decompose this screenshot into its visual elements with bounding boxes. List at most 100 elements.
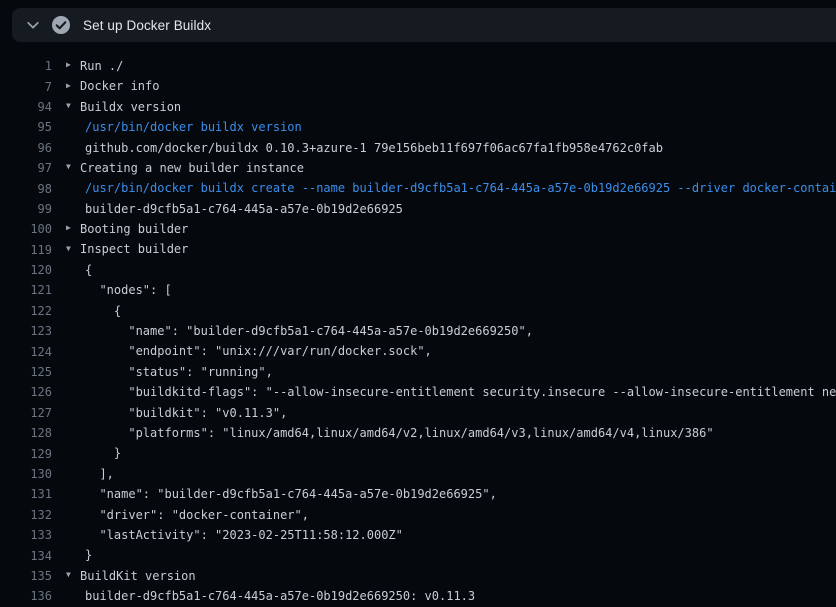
group-title: BuildKit version xyxy=(80,569,196,583)
log-row[interactable]: 94▼Buildx version xyxy=(0,97,836,117)
line-number[interactable]: 125 xyxy=(0,365,52,379)
line-number[interactable]: 128 xyxy=(0,426,52,440)
group-collapsed-triangle-icon[interactable]: ▶ xyxy=(66,56,80,76)
log-row[interactable]: 97▼Creating a new builder instance xyxy=(0,158,836,178)
log-row[interactable]: 1▶Run ./ xyxy=(0,56,836,76)
line-number[interactable]: 132 xyxy=(0,508,52,522)
log-output-line: "name": "builder-d9cfb5a1-c764-445a-a57e… xyxy=(52,321,836,341)
log-row: 98/usr/bin/docker buildx create --name b… xyxy=(0,178,836,198)
log-group-header[interactable]: ▶Docker info xyxy=(52,76,836,96)
line-number[interactable]: 97 xyxy=(0,161,52,175)
log-row: 133 "lastActivity": "2023-02-25T11:58:12… xyxy=(0,525,836,545)
group-collapsed-triangle-icon[interactable]: ▶ xyxy=(66,219,80,239)
log-row[interactable]: 7▶Docker info xyxy=(0,76,836,96)
log-command-line: /usr/bin/docker buildx version xyxy=(52,117,836,137)
step-title: Set up Docker Buildx xyxy=(83,18,211,33)
group-expanded-triangle-icon[interactable]: ▼ xyxy=(66,240,80,260)
line-number[interactable]: 133 xyxy=(0,528,52,542)
line-number[interactable]: 124 xyxy=(0,345,52,359)
log-output-line: "buildkitd-flags": "--allow-insecure-ent… xyxy=(52,382,836,402)
log-row: 134} xyxy=(0,545,836,565)
line-number[interactable]: 135 xyxy=(0,569,52,583)
log-row[interactable]: 100▶Booting builder xyxy=(0,219,836,239)
line-number[interactable]: 122 xyxy=(0,304,52,318)
line-number[interactable]: 134 xyxy=(0,549,52,563)
log-output-line: "driver": "docker-container", xyxy=(52,505,836,525)
group-title: Docker info xyxy=(80,79,159,93)
line-number[interactable]: 1 xyxy=(0,59,52,73)
log-row: 129 } xyxy=(0,443,836,463)
line-number[interactable]: 100 xyxy=(0,222,52,236)
line-number[interactable]: 99 xyxy=(0,202,52,216)
log-row: 131 "name": "builder-d9cfb5a1-c764-445a-… xyxy=(0,484,836,504)
log-group-header[interactable]: ▼Creating a new builder instance xyxy=(52,158,836,178)
log-row: 121 "nodes": [ xyxy=(0,280,836,300)
group-title: Creating a new builder instance xyxy=(80,161,304,175)
group-expanded-triangle-icon[interactable]: ▼ xyxy=(66,566,80,586)
line-number[interactable]: 95 xyxy=(0,120,52,134)
line-number[interactable]: 123 xyxy=(0,324,52,338)
line-number[interactable]: 121 xyxy=(0,283,52,297)
log-command-line: /usr/bin/docker buildx create --name bui… xyxy=(52,178,836,198)
log-row[interactable]: 135▼BuildKit version xyxy=(0,566,836,586)
log-output-line: ], xyxy=(52,464,836,484)
log-output-line: "lastActivity": "2023-02-25T11:58:12.000… xyxy=(52,525,836,545)
log-output-line: "platforms": "linux/amd64,linux/amd64/v2… xyxy=(52,423,836,443)
log-row: 127 "buildkit": "v0.11.3", xyxy=(0,403,836,423)
log-group-header[interactable]: ▼BuildKit version xyxy=(52,566,836,586)
line-number[interactable]: 98 xyxy=(0,182,52,196)
log-row: 136builder-d9cfb5a1-c764-445a-a57e-0b19d… xyxy=(0,586,836,606)
log-row: 123 "name": "builder-d9cfb5a1-c764-445a-… xyxy=(0,321,836,341)
log-output-line: "name": "builder-d9cfb5a1-c764-445a-a57e… xyxy=(52,484,836,504)
group-title: Booting builder xyxy=(80,222,188,236)
log-output-line: "endpoint": "unix:///var/run/docker.sock… xyxy=(52,341,836,361)
line-number[interactable]: 7 xyxy=(0,80,52,94)
step-header[interactable]: Set up Docker Buildx xyxy=(12,8,836,42)
line-number[interactable]: 127 xyxy=(0,406,52,420)
log-output-line: } xyxy=(52,443,836,463)
log-group-header[interactable]: ▼Buildx version xyxy=(52,97,836,117)
log-output-line: "status": "running", xyxy=(52,362,836,382)
check-circle-icon xyxy=(51,15,71,35)
log-rows: 1▶Run ./7▶Docker info94▼Buildx version95… xyxy=(0,56,836,607)
log-output-line: { xyxy=(52,301,836,321)
line-number[interactable]: 94 xyxy=(0,100,52,114)
log-row: 122 { xyxy=(0,301,836,321)
log-output-line: builder-d9cfb5a1-c764-445a-a57e-0b19d2e6… xyxy=(52,586,836,606)
log-output-line: github.com/docker/buildx 0.10.3+azure-1 … xyxy=(52,138,836,158)
log-output-line: } xyxy=(52,545,836,565)
chevron-down-icon[interactable] xyxy=(22,14,44,36)
log-row: 125 "status": "running", xyxy=(0,362,836,382)
line-number[interactable]: 130 xyxy=(0,467,52,481)
log-group-header[interactable]: ▼Inspect builder xyxy=(52,240,836,260)
log-row: 120{ xyxy=(0,260,836,280)
log-group-header[interactable]: ▶Booting builder xyxy=(52,219,836,239)
line-number[interactable]: 126 xyxy=(0,385,52,399)
group-title: Buildx version xyxy=(80,100,181,114)
log-row: 126 "buildkitd-flags": "--allow-insecure… xyxy=(0,382,836,402)
log-output-line: builder-d9cfb5a1-c764-445a-a57e-0b19d2e6… xyxy=(52,199,836,219)
group-title: Run ./ xyxy=(80,59,123,73)
log-output-line: "nodes": [ xyxy=(52,280,836,300)
group-title: Inspect builder xyxy=(80,242,188,256)
log-row: 128 "platforms": "linux/amd64,linux/amd6… xyxy=(0,423,836,443)
log-row: 132 "driver": "docker-container", xyxy=(0,505,836,525)
log-row[interactable]: 119▼Inspect builder xyxy=(0,240,836,260)
log-row: 96github.com/docker/buildx 0.10.3+azure-… xyxy=(0,138,836,158)
log-output-line: "buildkit": "v0.11.3", xyxy=(52,403,836,423)
line-number[interactable]: 131 xyxy=(0,487,52,501)
line-number[interactable]: 136 xyxy=(0,589,52,603)
log-row: 130 ], xyxy=(0,464,836,484)
group-expanded-triangle-icon[interactable]: ▼ xyxy=(66,97,80,117)
line-number[interactable]: 96 xyxy=(0,141,52,155)
log-output-line: { xyxy=(52,260,836,280)
group-expanded-triangle-icon[interactable]: ▼ xyxy=(66,158,80,178)
line-number[interactable]: 119 xyxy=(0,243,52,257)
log-row: 99builder-d9cfb5a1-c764-445a-a57e-0b19d2… xyxy=(0,199,836,219)
log-group-header[interactable]: ▶Run ./ xyxy=(52,56,836,76)
log-row: 124 "endpoint": "unix:///var/run/docker.… xyxy=(0,341,836,361)
group-collapsed-triangle-icon[interactable]: ▶ xyxy=(66,76,80,96)
log-row: 95/usr/bin/docker buildx version xyxy=(0,117,836,137)
line-number[interactable]: 120 xyxy=(0,263,52,277)
line-number[interactable]: 129 xyxy=(0,447,52,461)
